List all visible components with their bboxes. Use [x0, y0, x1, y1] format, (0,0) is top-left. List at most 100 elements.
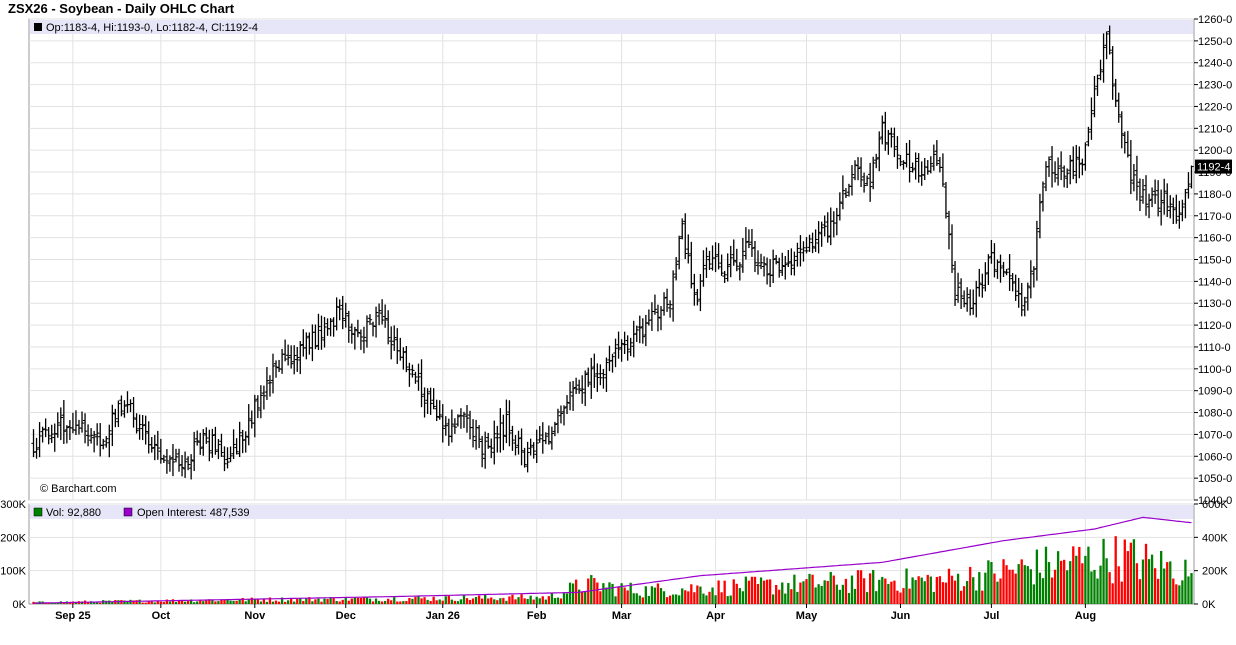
- volume-bar: [626, 590, 629, 604]
- volume-bar: [729, 595, 732, 604]
- volume-bar: [932, 591, 935, 604]
- volume-bar: [1093, 569, 1096, 604]
- volume-bar: [305, 598, 308, 604]
- volume-bar: [159, 601, 162, 604]
- volume-bar: [374, 598, 378, 604]
- price-tick-label: 1080-0: [1198, 408, 1232, 420]
- volume-bar: [768, 579, 772, 604]
- price-tick-label: 1260-0: [1198, 14, 1232, 26]
- volume-bar: [1029, 569, 1032, 604]
- volume-bar: [690, 584, 693, 604]
- volume-bar: [1066, 570, 1069, 604]
- volume-bar: [623, 587, 626, 604]
- volume-bar: [286, 600, 290, 604]
- volume-bar: [829, 571, 832, 604]
- price-info-text: Op:1183-4, Hi:1193-0, Lo:1182-4, Cl:1192…: [46, 22, 258, 34]
- open-interest-tick-label: 600K: [1202, 499, 1228, 511]
- volume-bar: [138, 599, 141, 604]
- volume-bar: [426, 599, 429, 604]
- time-tick-label: Jul: [983, 610, 999, 622]
- volume-tick-label: 0K: [13, 599, 27, 611]
- volume-bar: [408, 597, 411, 604]
- volume-bar: [1138, 579, 1142, 604]
- volume-bar: [383, 600, 387, 604]
- volume-bar: [547, 596, 550, 604]
- volume-bar: [399, 601, 402, 604]
- volume-bar: [1072, 546, 1075, 604]
- volume-bar: [759, 577, 763, 604]
- volume-bar: [429, 600, 432, 604]
- volume-bar: [984, 572, 987, 604]
- volume-bar: [1169, 561, 1172, 604]
- volume-bar: [214, 601, 217, 604]
- copyright-credit: © Barchart.com: [40, 483, 117, 495]
- volume-bar: [1002, 559, 1005, 604]
- volume-bar: [1053, 569, 1057, 604]
- volume-bar: [990, 561, 993, 604]
- volume-bar: [756, 583, 760, 604]
- volume-bar: [171, 599, 175, 604]
- volume-bar: [805, 579, 808, 604]
- volume-bar: [344, 597, 347, 604]
- volume-bar: [608, 582, 611, 604]
- volume-bar: [414, 596, 417, 604]
- volume-legend-text: Vol: 92,880: [46, 507, 101, 519]
- volume-bar: [632, 593, 635, 604]
- volume-bar: [359, 597, 363, 604]
- volume-bar: [232, 600, 235, 604]
- volume-bar: [699, 586, 702, 604]
- volume-bar: [644, 586, 647, 604]
- volume-bar: [935, 576, 939, 604]
- price-panel: Op:1183-4, Hi:1193-0, Lo:1182-4, Cl:1192…: [28, 14, 1232, 507]
- volume-bar: [1102, 538, 1105, 604]
- volume-bar: [1166, 562, 1169, 604]
- volume-bar: [405, 600, 408, 604]
- volume-bar: [302, 600, 305, 604]
- volume-bar: [517, 597, 520, 604]
- volume-bar: [196, 601, 199, 604]
- volume-bar: [193, 602, 196, 604]
- time-tick-label: Nov: [244, 610, 266, 622]
- volume-bar: [229, 600, 232, 604]
- volume-bar: [929, 576, 932, 604]
- volume-bar: [1096, 578, 1099, 604]
- volume-bar: [247, 599, 250, 604]
- volume-bar: [1126, 551, 1129, 604]
- volume-bar: [447, 595, 450, 604]
- volume-bar: [474, 596, 478, 604]
- volume-bar: [1084, 555, 1087, 604]
- volume-bar: [981, 590, 984, 604]
- volume-bar: [1163, 568, 1166, 604]
- volume-bar: [975, 590, 978, 604]
- time-tick-label: Oct: [152, 610, 171, 622]
- volume-bar: [529, 595, 532, 604]
- volume-bar: [835, 584, 838, 604]
- volume-bar: [1017, 564, 1020, 604]
- last-price-label: 1192-4: [1197, 162, 1230, 174]
- volume-bar: [584, 591, 587, 604]
- time-tick-label: May: [796, 610, 818, 622]
- volume-bar: [859, 570, 863, 604]
- volume-bar: [347, 600, 350, 604]
- volume-bar: [1099, 565, 1102, 604]
- volume-bar: [1026, 566, 1029, 604]
- volume-bar: [487, 598, 490, 604]
- volume-bar: [711, 587, 714, 604]
- volume-bar: [1144, 543, 1148, 604]
- volume-bar: [1147, 559, 1151, 604]
- volume-bar: [571, 583, 575, 604]
- volume-bar: [296, 598, 299, 604]
- volume-bar: [326, 599, 329, 604]
- volume-bar: [1035, 549, 1039, 604]
- volume-tick-label: 200K: [0, 532, 26, 544]
- volume-bar: [793, 574, 796, 604]
- volume-bar: [1087, 546, 1090, 604]
- volume-bar: [820, 585, 823, 604]
- volume-bar: [550, 593, 554, 604]
- volume-bar: [966, 580, 969, 604]
- volume-bar: [186, 600, 190, 604]
- volume-bar: [781, 582, 784, 604]
- volume-bar: [311, 601, 314, 604]
- volume-bar: [562, 592, 566, 604]
- volume-bar: [1181, 580, 1184, 604]
